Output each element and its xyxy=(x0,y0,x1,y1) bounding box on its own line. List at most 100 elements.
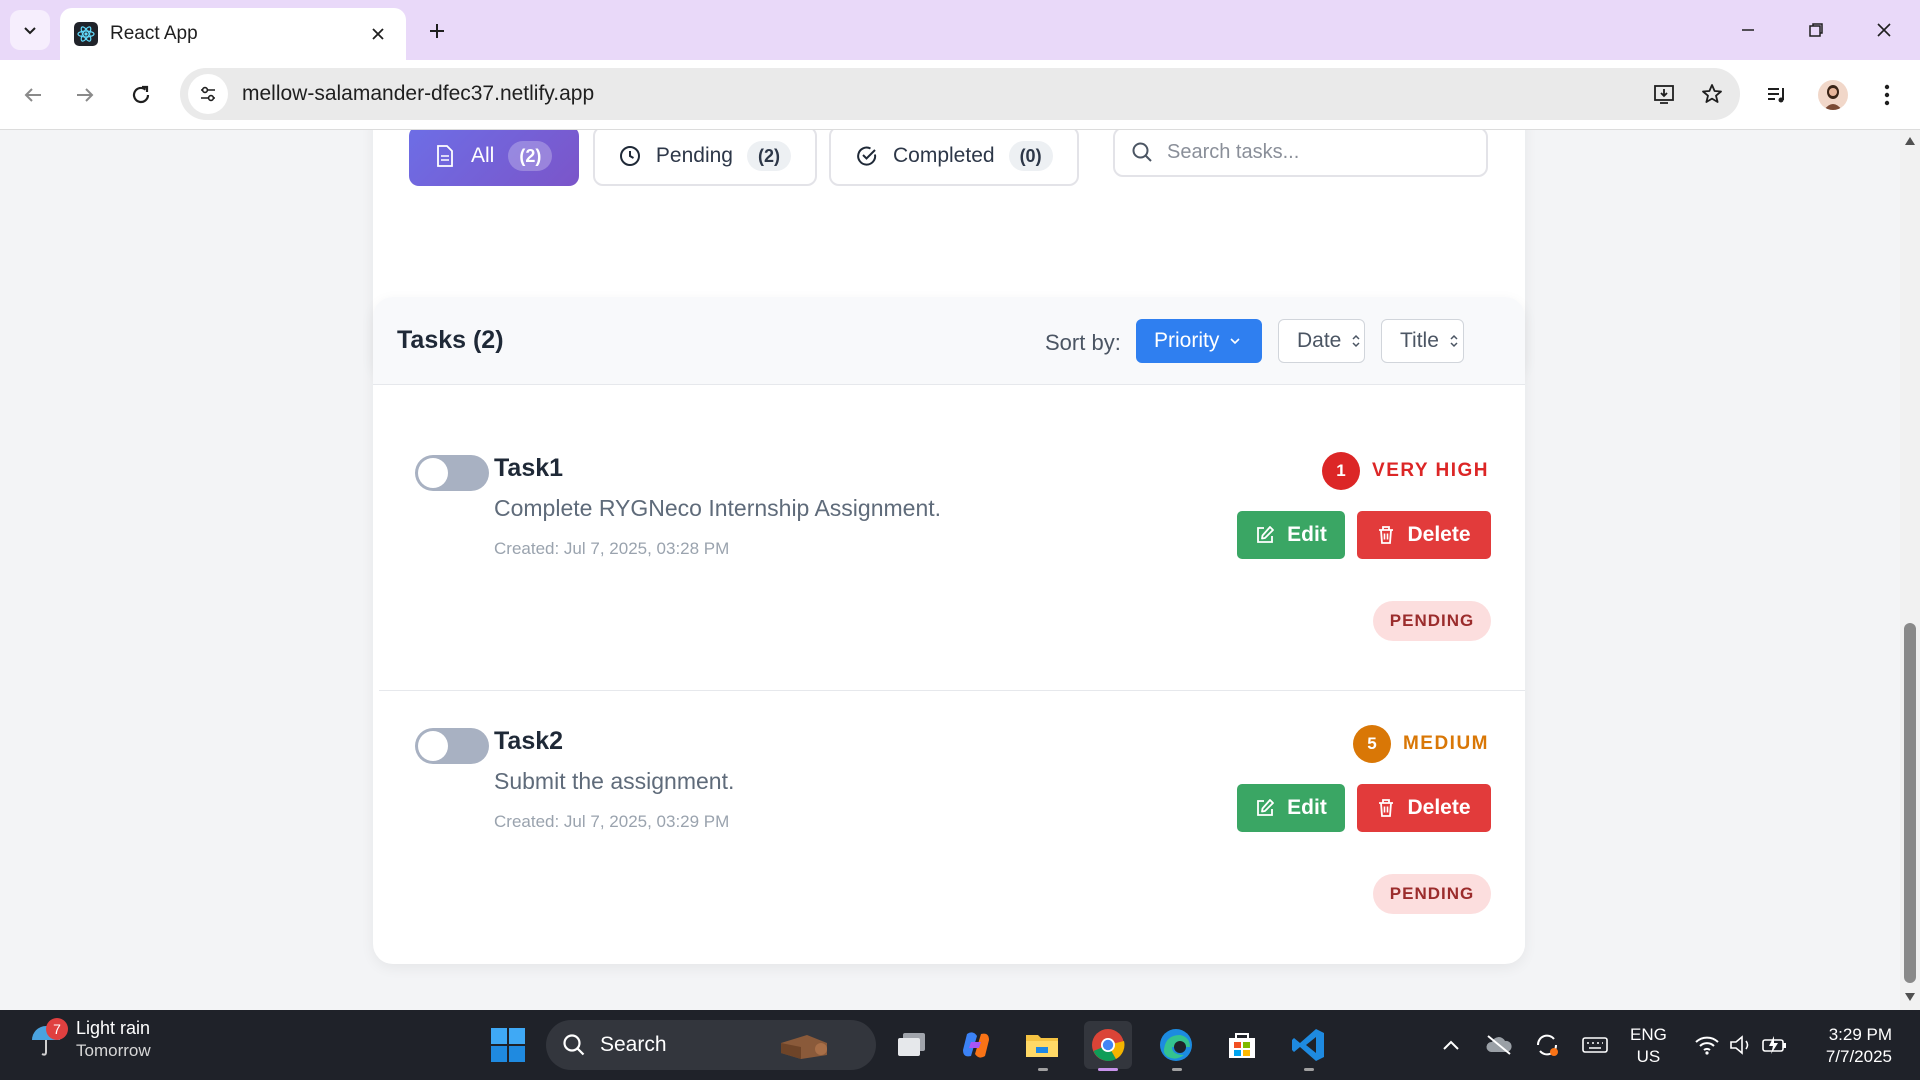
page-viewport: All (2) Pending (2) Completed (0) Tasks … xyxy=(0,130,1900,1010)
task-view-icon xyxy=(898,1033,925,1056)
site-info-button[interactable] xyxy=(188,74,228,114)
restore-icon xyxy=(1809,23,1823,37)
chevron-down-icon xyxy=(24,27,36,35)
task-view-button[interactable] xyxy=(888,1021,936,1069)
filter-pending-button[interactable]: Pending (2) xyxy=(593,130,817,186)
arrow-left-icon xyxy=(24,88,41,102)
search-box[interactable] xyxy=(1113,130,1488,177)
filter-count-badge: (2) xyxy=(508,141,553,171)
chevron-down-icon xyxy=(1229,335,1241,347)
vscode-button[interactable] xyxy=(1284,1021,1332,1069)
sync-icon xyxy=(1536,1034,1558,1056)
delete-task-button[interactable]: Delete xyxy=(1357,511,1491,559)
sort-option-label: Date xyxy=(1297,329,1342,352)
check-circle-icon xyxy=(855,144,879,168)
weather-widget[interactable]: 7 Light rain Tomorrow xyxy=(28,1017,151,1061)
minimize-button[interactable] xyxy=(1720,8,1776,52)
folder-icon xyxy=(1026,1035,1058,1057)
onedrive-tray-button[interactable] xyxy=(1484,1030,1514,1060)
task-complete-toggle[interactable] xyxy=(415,455,489,491)
tab-search-button[interactable] xyxy=(10,10,50,50)
store-icon xyxy=(1229,1033,1255,1058)
edit-label: Edit xyxy=(1287,796,1327,819)
filter-count-badge: (2) xyxy=(747,141,791,171)
search-input[interactable] xyxy=(1167,140,1467,164)
star-icon xyxy=(1702,84,1722,103)
taskbar-search-label: Search xyxy=(600,1033,667,1056)
chrome-icon xyxy=(1092,1029,1125,1061)
browser-tab-strip: React App xyxy=(0,0,1920,60)
reload-button[interactable] xyxy=(120,74,162,116)
sync-tray-button[interactable] xyxy=(1532,1030,1562,1060)
delete-task-button[interactable]: Delete xyxy=(1357,784,1491,832)
sort-updown-icon xyxy=(1449,334,1459,348)
volume-status[interactable] xyxy=(1726,1030,1756,1060)
task-description: Submit the assignment. xyxy=(494,768,735,794)
store-button[interactable] xyxy=(1218,1021,1266,1069)
scroll-up-arrow[interactable] xyxy=(1903,134,1917,148)
close-tab-button[interactable] xyxy=(364,20,392,48)
weather-alert-badge: 7 xyxy=(46,1017,68,1040)
install-app-button[interactable] xyxy=(1644,74,1684,114)
restore-button[interactable] xyxy=(1788,8,1844,52)
back-button[interactable] xyxy=(12,74,54,116)
scroll-down-arrow[interactable] xyxy=(1903,990,1917,1004)
chrome-button[interactable] xyxy=(1084,1021,1132,1069)
running-indicator xyxy=(1304,1068,1314,1071)
profile-button[interactable] xyxy=(1812,74,1854,116)
tab-title: React App xyxy=(110,23,198,44)
edit-icon xyxy=(1255,525,1275,545)
cloud-off-icon xyxy=(1486,1035,1512,1055)
taskbar-search[interactable]: Search xyxy=(546,1020,876,1070)
sort-date-button[interactable]: Date xyxy=(1278,319,1365,363)
browser-tab[interactable]: React App xyxy=(60,8,406,60)
start-button[interactable] xyxy=(484,1021,532,1069)
show-hidden-icons-button[interactable] xyxy=(1436,1030,1466,1060)
copilot-button[interactable] xyxy=(952,1021,1000,1069)
file-explorer-button[interactable] xyxy=(1018,1021,1066,1069)
edit-task-button[interactable]: Edit xyxy=(1237,784,1345,832)
speaker-icon xyxy=(1730,1035,1749,1055)
sort-updown-icon xyxy=(1351,334,1361,348)
system-clock[interactable]: 3:29 PM 7/7/2025 xyxy=(1810,1024,1892,1068)
task-complete-toggle[interactable] xyxy=(415,728,489,764)
copilot-icon xyxy=(963,1032,989,1058)
language-code: ENG xyxy=(1630,1025,1667,1044)
edge-button[interactable] xyxy=(1152,1021,1200,1069)
toggle-knob xyxy=(418,458,448,488)
media-queue-icon xyxy=(1768,88,1784,103)
touch-keyboard-button[interactable] xyxy=(1580,1030,1610,1060)
priority-indicator: 1 VERY HIGH xyxy=(1322,452,1489,490)
task-created-date: Created: Jul 7, 2025, 03:29 PM xyxy=(494,812,730,831)
url-text[interactable]: mellow-salamander-dfec37.netlify.app xyxy=(242,82,1644,106)
forward-button[interactable] xyxy=(64,74,106,116)
filter-label: All xyxy=(471,144,495,167)
priority-indicator: 5 MEDIUM xyxy=(1352,725,1489,763)
language-region: US xyxy=(1636,1047,1661,1066)
battery-status[interactable] xyxy=(1760,1030,1790,1060)
running-indicator xyxy=(1172,1068,1182,1071)
filter-completed-button[interactable]: Completed (0) xyxy=(829,130,1079,186)
task-item: Task2 Submit the assignment. Created: Ju… xyxy=(379,691,1525,963)
sort-priority-button[interactable]: Priority xyxy=(1136,319,1262,363)
sort-title-button[interactable]: Title xyxy=(1381,319,1464,363)
bookmark-button[interactable] xyxy=(1692,74,1732,114)
address-bar[interactable]: mellow-salamander-dfec37.netlify.app xyxy=(180,68,1740,120)
minimize-icon xyxy=(1742,29,1754,31)
scrollbar-thumb[interactable] xyxy=(1904,623,1916,983)
toggle-knob xyxy=(418,731,448,761)
input-language-indicator[interactable]: ENG US xyxy=(1630,1024,1667,1068)
kebab-icon xyxy=(1884,84,1890,106)
install-icon xyxy=(1654,85,1674,104)
new-tab-button[interactable] xyxy=(420,14,454,48)
keyboard-icon xyxy=(1582,1037,1608,1053)
tasks-header: Tasks (2) Sort by: Priority Date Title xyxy=(373,297,1525,385)
tasks-card: Tasks (2) Sort by: Priority Date Title T… xyxy=(373,297,1525,964)
wifi-status[interactable] xyxy=(1692,1030,1722,1060)
media-controls-button[interactable] xyxy=(1756,74,1798,116)
close-window-button[interactable] xyxy=(1856,8,1912,52)
browser-menu-button[interactable] xyxy=(1866,74,1908,116)
edit-task-button[interactable]: Edit xyxy=(1237,511,1345,559)
trash-icon xyxy=(1377,798,1395,818)
filter-all-button[interactable]: All (2) xyxy=(409,130,579,186)
